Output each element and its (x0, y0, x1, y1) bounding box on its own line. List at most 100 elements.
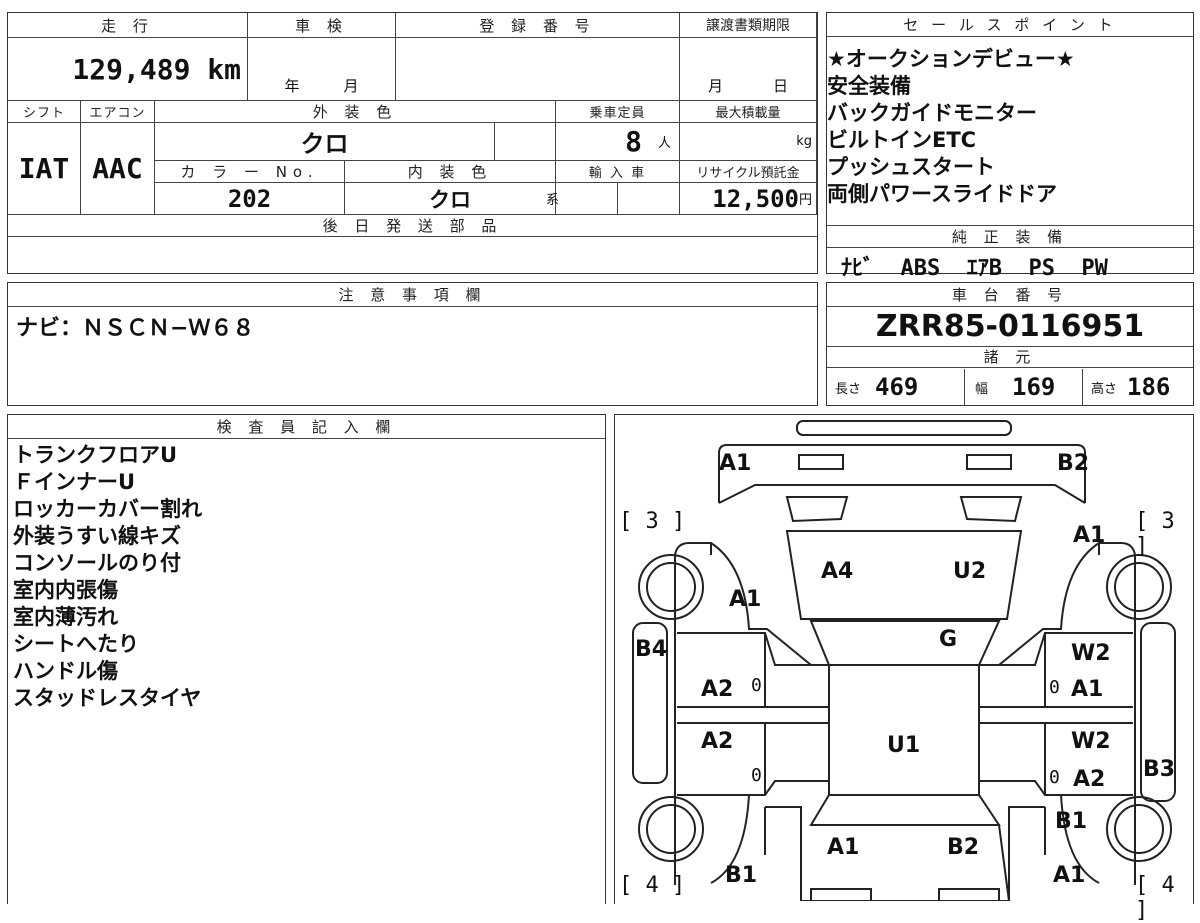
registration-label: 登 録 番 号 (396, 13, 680, 38)
max-load-label: 最大積載量 (680, 101, 817, 123)
transfer-day: 日 (773, 77, 789, 95)
interior-color-value: クロ 系 (345, 183, 559, 215)
exterior-color-extra (495, 123, 556, 161)
inspector-line: スタッドレスタイヤ (13, 686, 202, 710)
capacity-text: 8 (625, 125, 642, 158)
notes-label: 注 意 事 項 欄 (8, 283, 817, 307)
inspector-line: トランクフロアU (13, 443, 178, 467)
sales-points-label: セ ー ル ス ポ イ ン ト (827, 13, 1193, 37)
exterior-color-label: 外 装 色 (155, 101, 556, 123)
specs-label: 諸 元 (827, 346, 1193, 368)
import-value-b (618, 183, 680, 215)
recycle-unit: 円 (798, 193, 812, 208)
ac-label: エアコン (81, 101, 155, 123)
mark-windshield: G (939, 627, 958, 652)
inspector-box: 検 査 員 記 入 欄 トランクフロアU ＦインナーU ロッカーカバー割れ 外装… (7, 414, 606, 904)
registration-value (396, 38, 680, 101)
height-label: 高さ (1091, 381, 1118, 397)
mark-right-quarter: B3 (1143, 757, 1176, 782)
transfer-month: 月 (707, 77, 723, 95)
exterior-color-value: クロ (155, 123, 495, 161)
tire-rear-right: [ 4 ] (1135, 873, 1175, 923)
mark-front-right-corner: B2 (1057, 451, 1090, 476)
inspector-label: 検 査 員 記 入 欄 (8, 415, 605, 439)
mark-zero-left-front: 0 (751, 675, 762, 696)
inspector-line: ロッカーカバー割れ (13, 497, 202, 521)
mileage-text: 129,489 km (72, 52, 241, 86)
mark-hood-right: U2 (953, 559, 987, 584)
color-no-label: カ ラ ー No. (155, 161, 345, 183)
inspector-line: 室内薄汚れ (13, 605, 118, 629)
recycle-value: 12,500 円 (680, 183, 817, 215)
mark-right-rear-corner: A1 (1053, 863, 1086, 888)
mark-left-door-rear: A2 (701, 729, 734, 754)
color-no-value: 202 (155, 183, 345, 215)
mark-zero-right-rear: 0 (1049, 767, 1060, 788)
inspection-month: 月 (343, 77, 359, 95)
tire-rear-left: [ 4 ] (619, 873, 686, 898)
capacity-unit: 人 (657, 136, 671, 151)
later-parts-label: 後 日 発 送 部 品 (8, 215, 817, 237)
capacity-value: 8 人 (556, 123, 680, 161)
inspector-line: コンソールのり付 (13, 551, 181, 575)
recycle-label: リサイクル預託金 (680, 161, 817, 183)
sales-point: バックガイドモニター (827, 101, 1037, 125)
inspector-line: 室内内張傷 (13, 578, 118, 602)
mark-front-left-corner: A1 (719, 451, 752, 476)
inspection-year: 年 (284, 77, 300, 95)
interior-color-label: 内 装 色 (345, 161, 556, 183)
sales-points-list: ★オークションデビュー★ 安全装備 バックガイドモニター ビルトインETC プッ… (827, 46, 1193, 208)
spec-length: 長さ 469 (827, 369, 965, 405)
mark-right-rear-fender: B1 (1055, 809, 1088, 834)
import-value-a (556, 183, 618, 215)
chassis-box: 車 台 番 号 ZRR85-0116951 諸 元 長さ 469 幅 169 高… (826, 282, 1194, 406)
shift-text: IAT (18, 152, 70, 185)
later-parts-value (8, 237, 817, 273)
inspection-value: 年 月 (248, 38, 396, 101)
max-load-value: kg (680, 123, 817, 161)
sales-point: ビルトインETC (827, 128, 977, 152)
length-label: 長さ (835, 381, 862, 397)
equipment-label: 純 正 装 備 (827, 225, 1193, 248)
capacity-label: 乗車定員 (556, 101, 680, 123)
sales-point: 両側パワースライドドア (827, 182, 1057, 206)
transfer-label: 譲渡書類期限 (680, 13, 817, 38)
inspector-line: 外装うすい線キズ (13, 524, 181, 548)
mark-right-door-front-2: A1 (1071, 677, 1104, 702)
height-value: 186 (1127, 373, 1171, 401)
inspector-line: ＦインナーU (13, 470, 136, 494)
car-diagram-box: [ 3 ] [ 3 ] [ 4 ] [ 4 ] A1 B2 A1 A4 U2 A… (614, 414, 1194, 923)
spec-width: 幅 169 (965, 369, 1083, 405)
equipment-value: ﾅﾋﾞ ABS ｴｱB PS PW (841, 256, 1108, 281)
shift-value: IAT (8, 123, 81, 215)
notes-box: 注 意 事 項 欄 ナビ：ＮＳＣＮ−Ｗ６８ (7, 282, 818, 406)
mark-left-pillar: B4 (635, 637, 668, 662)
mark-hood-left: A4 (821, 559, 854, 584)
recycle-text: 12,500 (712, 184, 799, 213)
mark-left-rear-fender: B1 (725, 863, 758, 888)
transfer-value: 月 日 (680, 38, 817, 101)
width-label: 幅 (975, 381, 989, 397)
inspector-lines: トランクフロアU ＦインナーU ロッカーカバー割れ 外装うすい線キズ コンソール… (13, 442, 202, 712)
ac-text: AAC (92, 152, 143, 185)
sales-point: プッシュスタート (827, 155, 995, 179)
shift-label: シフト (8, 101, 81, 123)
sales-point: ★オークションデビュー★ (827, 47, 1075, 71)
mileage-value: 129,489 km (8, 38, 248, 101)
mark-zero-left-rear: 0 (751, 765, 762, 786)
inspection-label: 車 検 (248, 13, 396, 38)
mark-roof: U1 (887, 733, 921, 758)
color-no-text: 202 (227, 184, 272, 213)
sales-point: 安全装備 (827, 74, 911, 98)
inspector-line: シートへたり (13, 632, 139, 656)
import-label: 輸 入 車 (556, 161, 680, 183)
max-load-unit: kg (796, 134, 812, 149)
mark-rear-left: A1 (827, 835, 860, 860)
vehicle-info-grid: 走 行 車 検 登 録 番 号 譲渡書類期限 129,489 km 年 月 月 … (7, 12, 818, 274)
mileage-label: 走 行 (8, 13, 248, 38)
mark-right-door-rear-1: W2 (1071, 729, 1111, 754)
mark-left-door-front: A2 (701, 677, 734, 702)
spec-height: 高さ 186 (1083, 369, 1193, 405)
sales-points-box: セ ー ル ス ポ イ ン ト ★オークションデビュー★ 安全装備 バックガイド… (826, 12, 1194, 281)
chassis-label: 車 台 番 号 (827, 283, 1193, 307)
